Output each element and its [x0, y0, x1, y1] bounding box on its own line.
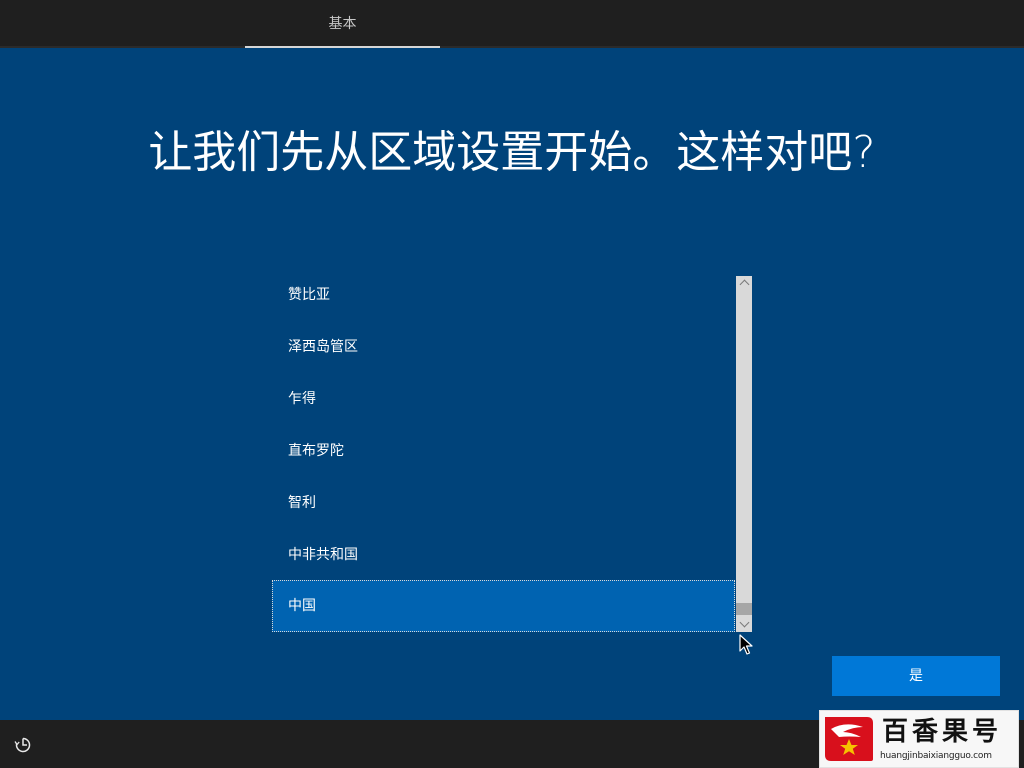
page-title: 让我们先从区域设置开始。这样对吧? — [148, 127, 876, 178]
list-item[interactable]: 智利 — [272, 477, 735, 529]
list-item[interactable]: 乍得 — [272, 373, 735, 425]
mouse-cursor-icon — [739, 634, 753, 655]
watermark-logo-icon — [825, 717, 873, 761]
scroll-down-button[interactable] — [736, 616, 752, 632]
tab-basics[interactable]: 基本 — [245, 0, 440, 48]
yes-button[interactable]: 是 — [832, 656, 1000, 696]
watermark: 百香果号 huangjinbaixiangguo.com — [819, 710, 1019, 768]
chevron-down-icon — [739, 617, 749, 628]
scroll-thumb[interactable] — [736, 603, 752, 615]
list-item[interactable]: 中非共和国 — [272, 529, 735, 581]
region-list-items: 赞比亚 泽西岛管区 乍得 直布罗陀 智利 中非共和国 中国 — [272, 276, 736, 632]
list-item[interactable]: 直布罗陀 — [272, 425, 735, 477]
ease-of-access-icon[interactable] — [14, 736, 32, 754]
chevron-up-icon — [739, 279, 749, 290]
region-list[interactable]: 赞比亚 泽西岛管区 乍得 直布罗陀 智利 中非共和国 中国 — [272, 276, 752, 632]
watermark-title: 百香果号 — [882, 717, 1003, 747]
list-item[interactable]: 赞比亚 — [272, 276, 735, 321]
list-item[interactable]: 泽西岛管区 — [272, 321, 735, 373]
top-bar: 基本 — [0, 0, 1024, 48]
scroll-up-button[interactable] — [736, 276, 752, 292]
oobe-screen: 基本 让我们先从区域设置开始。这样对吧? 赞比亚 泽西岛管区 乍得 直布罗陀 智… — [0, 0, 1024, 768]
list-scrollbar[interactable] — [736, 276, 752, 632]
list-item-selected[interactable]: 中国 — [272, 580, 735, 632]
watermark-url: huangjinbaixiangguo.com — [880, 751, 992, 761]
